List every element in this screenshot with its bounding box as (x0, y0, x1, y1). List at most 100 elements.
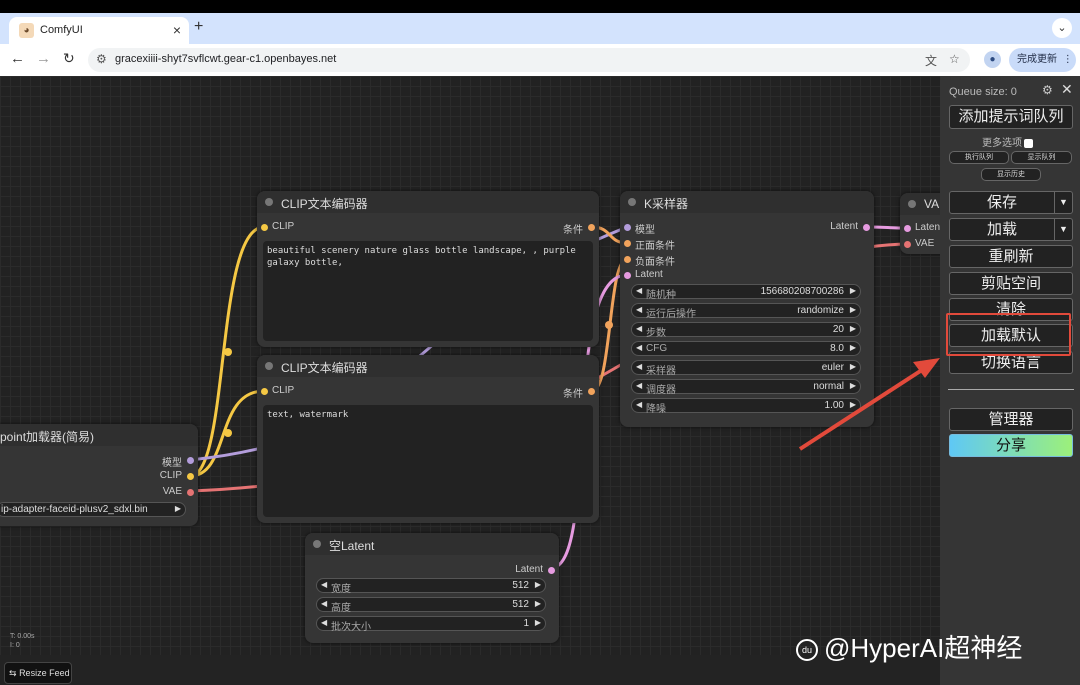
checkpoint-loader-node[interactable]: point加载器(简易) 模型 CLIP VAE ip-adapter-face… (0, 424, 198, 526)
resize-feed-button[interactable]: ⇆ Resize Feed (4, 662, 72, 684)
negative-input-dot[interactable] (624, 256, 631, 263)
ckpt-name-widget[interactable]: ip-adapter-faceid-plusv2_sdxl.bin ▶ (0, 502, 186, 517)
negative-prompt-textarea[interactable]: text, watermark (263, 405, 593, 517)
more-options-toggle[interactable]: 更多选项 (982, 134, 1033, 149)
node-header[interactable]: K采样器 (620, 191, 874, 213)
node-collapse-dot[interactable] (265, 362, 273, 370)
vae-input-dot[interactable] (904, 241, 911, 248)
translate-icon[interactable]: 文 (925, 52, 937, 69)
reload-icon[interactable]: ↻ (63, 50, 75, 67)
increment-arrow-icon[interactable]: ▶ (850, 400, 856, 409)
settings-gear-icon[interactable]: ⚙ (1042, 83, 1053, 97)
model-input-dot[interactable] (624, 224, 631, 231)
clip-input-dot[interactable] (261, 224, 268, 231)
increment-arrow-icon[interactable]: ▶ (535, 580, 541, 589)
increment-arrow-icon[interactable]: ▶ (850, 343, 856, 352)
node-collapse-dot[interactable] (628, 198, 636, 206)
cfg-widget[interactable]: ◀ CFG 8.0 ▶ (631, 341, 861, 356)
conditioning-output-dot[interactable] (588, 388, 595, 395)
node-header[interactable]: CLIP文本编码器 (257, 191, 599, 213)
clipspace-button[interactable]: 剪贴空间 (949, 272, 1073, 295)
load-button[interactable]: 加载 ▼ (949, 218, 1073, 241)
latent-output-dot[interactable] (548, 567, 555, 574)
node-header[interactable]: CLIP文本编码器 (257, 355, 599, 377)
address-bar[interactable]: ⚙ gracexiiii-shyt7svflcwt.gear-c1.openba… (88, 48, 970, 72)
load-default-button[interactable]: 加载默认 (949, 324, 1073, 347)
share-button[interactable]: 分享 (949, 434, 1073, 457)
decrement-arrow-icon[interactable]: ◀ (321, 599, 327, 608)
tab-search-chevron-icon[interactable]: ⌄ (1052, 18, 1072, 38)
latent-output-dot[interactable] (863, 224, 870, 231)
new-tab-plus-icon[interactable]: + (194, 18, 203, 36)
increment-arrow-icon[interactable]: ▶ (850, 381, 856, 390)
increment-arrow-icon[interactable]: ▶ (850, 286, 856, 295)
decrement-arrow-icon[interactable]: ◀ (636, 286, 642, 295)
clip-output-dot[interactable] (187, 473, 194, 480)
decrement-arrow-icon[interactable]: ◀ (321, 618, 327, 627)
manager-button[interactable]: 管理器 (949, 408, 1073, 431)
node-collapse-dot[interactable] (265, 198, 273, 206)
batch-size-widget[interactable]: ◀ 批次大小 1 ▶ (316, 616, 546, 633)
decrement-arrow-icon[interactable]: ◀ (636, 324, 642, 333)
sampler-widget[interactable]: ◀ 采样器 euler ▶ (631, 360, 861, 377)
latent-input-dot[interactable] (904, 225, 911, 232)
empty-latent-image-node[interactable]: 空Latent Latent ◀ 宽度 512 ▶ ◀ 高度 512 ▶ ◀ 批… (305, 533, 559, 643)
increment-arrow-icon[interactable]: ▶ (535, 618, 541, 627)
increment-arrow-icon[interactable]: ▶ (175, 504, 181, 513)
graph-canvas[interactable]: CLIP文本编码器 CLIP 条件 beautiful scenery natu… (0, 76, 940, 655)
load-dropdown-arrow-icon[interactable]: ▼ (1054, 219, 1072, 240)
save-dropdown-arrow-icon[interactable]: ▼ (1054, 192, 1072, 213)
width-widget[interactable]: ◀ 宽度 512 ▶ (316, 578, 546, 595)
switch-locale-button[interactable]: 切换语言 (949, 351, 1073, 374)
decrement-arrow-icon[interactable]: ◀ (636, 305, 642, 314)
clip-text-encode-negative-node[interactable]: CLIP文本编码器 CLIP 条件 text, watermark (257, 355, 599, 523)
close-menu-icon[interactable]: ✕ (1061, 81, 1073, 98)
node-header[interactable]: point加载器(简易) (0, 424, 198, 446)
increment-arrow-icon[interactable]: ▶ (850, 324, 856, 333)
ksampler-node[interactable]: K采样器 模型 正面条件 负面条件 Latent Latent ◀ 随机种 15… (620, 191, 874, 427)
clear-button[interactable]: 清除 (949, 298, 1073, 321)
save-button[interactable]: 保存 ▼ (949, 191, 1073, 214)
decrement-arrow-icon[interactable]: ◀ (636, 400, 642, 409)
node-header[interactable]: 空Latent (305, 533, 559, 555)
more-options-checkbox[interactable] (1024, 138, 1033, 148)
scheduler-widget[interactable]: ◀ 调度器 normal ▶ (631, 379, 861, 396)
node-collapse-dot[interactable] (313, 540, 321, 548)
queue-prompt-button[interactable]: 添加提示词队列 (949, 105, 1073, 129)
view-queue2-button[interactable]: 显示队列 (1011, 151, 1072, 164)
decrement-arrow-icon[interactable]: ◀ (636, 362, 642, 371)
denoise-widget[interactable]: ◀ 降噪 1.00 ▶ (631, 398, 861, 415)
node-header[interactable]: VAE (900, 193, 940, 215)
profile-avatar-icon[interactable]: ● (984, 51, 1001, 68)
positive-input-dot[interactable] (624, 240, 631, 247)
steps-widget[interactable]: ◀ 步数 20 ▶ (631, 322, 861, 339)
decrement-arrow-icon[interactable]: ◀ (636, 381, 642, 390)
decrement-arrow-icon[interactable]: ◀ (636, 343, 642, 352)
model-output-dot[interactable] (187, 457, 194, 464)
latent-input-dot[interactable] (624, 272, 631, 279)
clip-text-encode-positive-node[interactable]: CLIP文本编码器 CLIP 条件 beautiful scenery natu… (257, 191, 599, 347)
increment-arrow-icon[interactable]: ▶ (850, 362, 856, 371)
view-queue-button[interactable]: 执行队列 (949, 151, 1009, 164)
site-settings-icon[interactable]: ⚙ (96, 52, 107, 66)
increment-arrow-icon[interactable]: ▶ (850, 305, 856, 314)
seed-widget[interactable]: ◀ 随机种 156680208700286 ▶ (631, 284, 861, 301)
update-button[interactable]: 完成更新 ⋮ (1009, 48, 1076, 72)
back-arrow-icon[interactable]: ← (10, 50, 25, 67)
vae-output-dot[interactable] (187, 489, 194, 496)
conditioning-output-dot[interactable] (588, 224, 595, 231)
tab-close-icon[interactable]: × (173, 22, 181, 38)
increment-arrow-icon[interactable]: ▶ (535, 599, 541, 608)
clip-input-dot[interactable] (261, 388, 268, 395)
view-history-button[interactable]: 显示历史 (981, 168, 1041, 181)
browser-tab[interactable]: ◕ ComfyUI × (9, 17, 189, 44)
control-after-generate-widget[interactable]: ◀ 运行后操作 randomize ▶ (631, 303, 861, 320)
positive-prompt-textarea[interactable]: beautiful scenery nature glass bottle la… (263, 241, 593, 341)
vae-decode-node[interactable]: VAE Latent VAE (900, 193, 940, 254)
bookmark-star-icon[interactable]: ☆ (949, 52, 960, 66)
decrement-arrow-icon[interactable]: ◀ (321, 580, 327, 589)
height-widget[interactable]: ◀ 高度 512 ▶ (316, 597, 546, 614)
refresh-button[interactable]: 重刷新 (949, 245, 1073, 268)
forward-arrow-icon[interactable]: → (36, 50, 51, 67)
node-collapse-dot[interactable] (908, 200, 916, 208)
